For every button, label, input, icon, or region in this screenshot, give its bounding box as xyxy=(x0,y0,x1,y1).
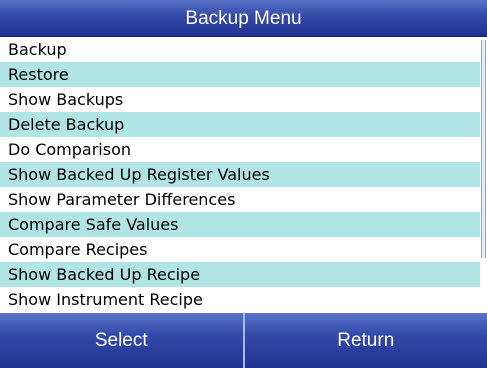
return-button[interactable]: Return xyxy=(244,313,487,368)
menu-item-show-backed-up-recipe[interactable]: Show Backed Up Recipe xyxy=(0,262,480,287)
menu-item-show-backups[interactable]: Show Backups xyxy=(0,87,480,112)
menu-item-delete-backup[interactable]: Delete Backup xyxy=(0,112,480,137)
scrollbar-thumb[interactable] xyxy=(481,40,486,258)
menu-item-show-backed-up-register-values[interactable]: Show Backed Up Register Values xyxy=(0,162,480,187)
menu-item-compare-safe-values[interactable]: Compare Safe Values xyxy=(0,212,480,237)
menu-item-show-parameter-differences[interactable]: Show Parameter Differences xyxy=(0,187,480,212)
menu-item-compare-recipes[interactable]: Compare Recipes xyxy=(0,237,480,262)
menu-item-do-comparison[interactable]: Do Comparison xyxy=(0,137,480,162)
menu-item-show-instrument-recipe[interactable]: Show Instrument Recipe xyxy=(0,287,480,312)
menu-item-restore[interactable]: Restore xyxy=(0,62,480,87)
page-title: Backup Menu xyxy=(185,8,302,29)
title-bar: Backup Menu xyxy=(0,0,487,37)
bottom-button-bar: Select Return xyxy=(0,313,487,368)
backup-menu-list: Backup Restore Show Backups Delete Backu… xyxy=(0,37,480,313)
select-button[interactable]: Select xyxy=(0,313,245,368)
menu-item-backup[interactable]: Backup xyxy=(0,37,480,62)
